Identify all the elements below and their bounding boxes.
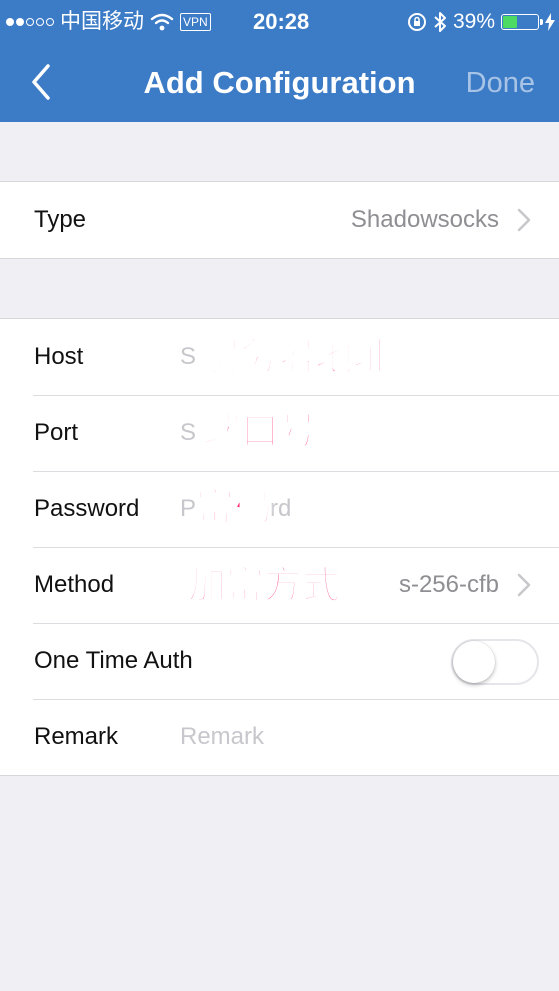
battery-fill [503,16,518,28]
host-label: Host [34,343,84,370]
battery-percent: 39% [452,10,495,33]
server-settings-section: Host S Port S Password P rd Method s-256… [0,318,559,776]
status-left: 中国移动 VPN [6,0,211,44]
annotation-host: 服务器地址 [200,334,392,380]
port-label: Port [34,419,79,446]
annotation-method: 加密方式 [187,562,341,608]
one-time-auth-row: One Time Auth [0,623,559,699]
chevron-left-icon [32,64,50,100]
toggle-knob [453,641,495,683]
remark-row: Remark Remark [0,699,559,775]
chevron-right-icon [517,208,531,232]
battery-icon [501,14,543,30]
type-value: Shadowsocks [350,206,499,233]
back-button[interactable] [22,60,66,104]
type-row[interactable]: Type Shadowsocks [0,182,559,258]
password-label: Password [34,495,140,522]
chevron-right-icon [517,573,531,597]
vpn-icon: VPN [180,13,211,31]
header: 中国移动 VPN 20:28 39% Add Configuration Don… [0,0,559,122]
wifi-icon [150,13,174,31]
method-label: Method [34,571,115,598]
signal-dots-icon [6,18,54,26]
rotation-lock-icon [407,13,426,31]
done-button[interactable]: Done [466,44,535,122]
bluetooth-icon [434,12,446,32]
remark-input[interactable]: Remark [180,723,264,751]
password-placeholder-end: rd [270,495,292,522]
annotation-password: 密码 [195,484,273,530]
status-bar: 中国移动 VPN 20:28 39% [0,0,559,44]
charging-icon [545,13,555,31]
password-placeholder-start: P [180,495,197,522]
type-label: Type [34,206,87,233]
navigation-bar: Add Configuration Done [0,44,559,122]
password-row: Password P rd [0,471,559,547]
port-input[interactable]: S [180,419,196,447]
status-right: 39% [407,0,555,44]
remark-label: Remark [34,723,119,750]
screen: 中国移动 VPN 20:28 39% Add Configuration Don… [0,0,559,991]
one-time-auth-label: One Time Auth [34,647,193,674]
type-section: Type Shadowsocks [0,181,559,259]
status-time: 20:28 [253,9,310,34]
method-value: s-256-cfb [398,571,499,598]
carrier-name: 中国移动 [60,10,144,33]
host-input[interactable]: S [180,343,196,371]
annotation-port: 端口号 [202,408,318,454]
one-time-auth-toggle[interactable] [451,639,539,685]
